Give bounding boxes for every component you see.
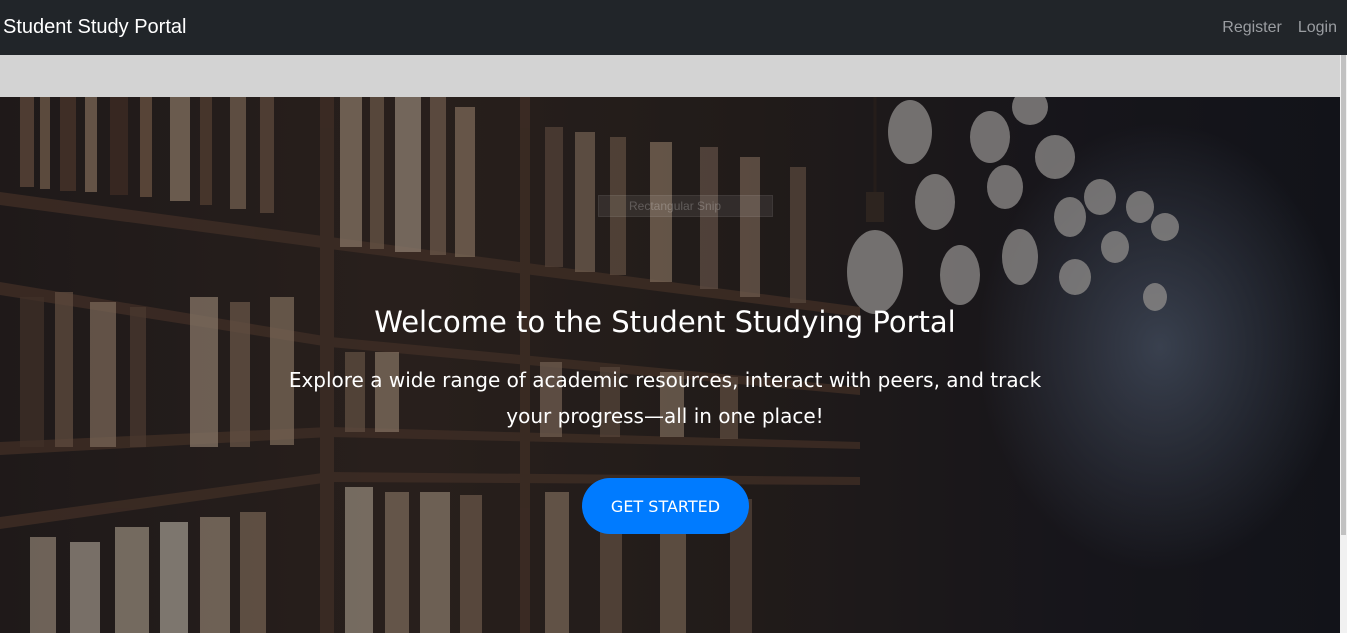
register-link[interactable]: Register <box>1222 19 1282 37</box>
brand-title[interactable]: Student Study Portal <box>3 16 186 39</box>
hero-section: Rectangular Snip Welcome to the Student … <box>0 97 1340 633</box>
page-scrollbar[interactable] <box>1340 55 1347 633</box>
top-navbar: Student Study Portal Register Login <box>0 0 1347 55</box>
nav-links: Register Login <box>1222 19 1337 37</box>
hero-content: Welcome to the Student Studying Portal E… <box>0 97 1330 633</box>
hero-description: Explore a wide range of academic resourc… <box>288 368 1042 428</box>
scrollbar-thumb[interactable] <box>1341 55 1346 535</box>
grey-strip <box>0 55 1340 97</box>
hero-title: Welcome to the Student Studying Portal <box>374 305 956 339</box>
login-link[interactable]: Login <box>1298 19 1337 37</box>
get-started-button[interactable]: GET STARTED <box>582 478 749 534</box>
